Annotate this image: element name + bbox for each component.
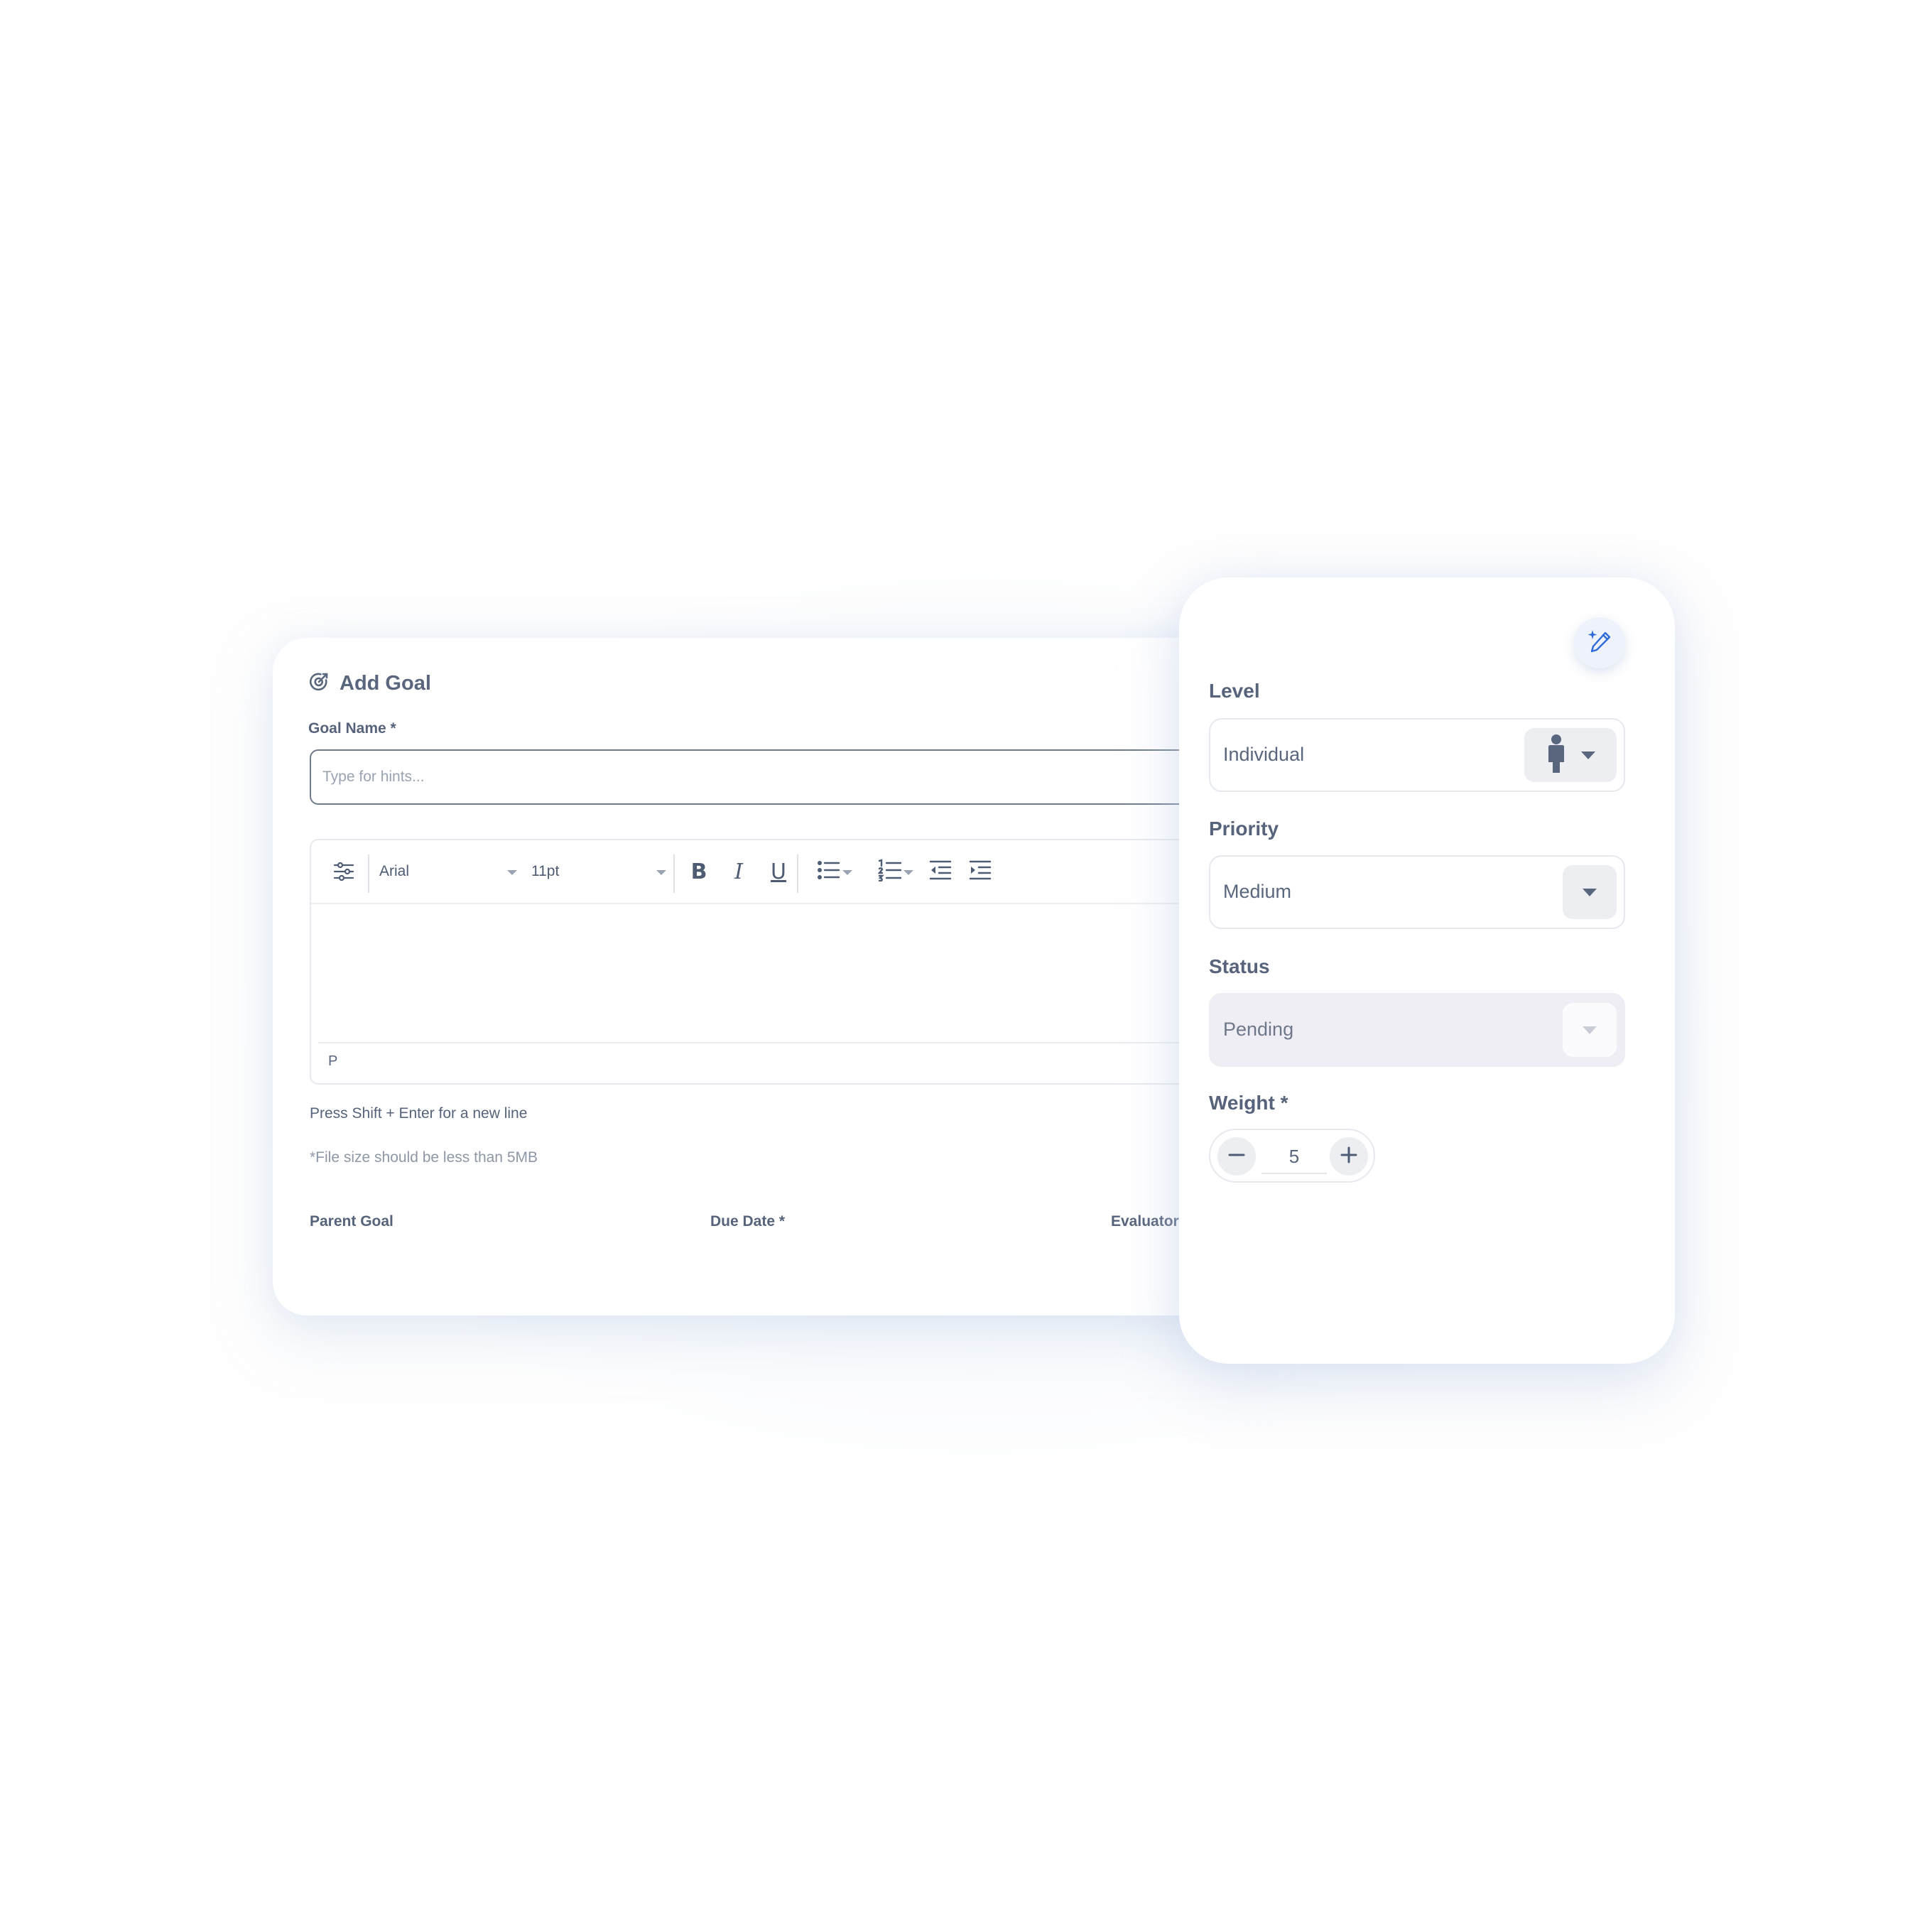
file-size-hint: *File size should be less than 5MB bbox=[310, 1149, 538, 1166]
evaluator-label: Evaluator bbox=[1111, 1213, 1179, 1230]
card-header: Add Goal bbox=[308, 666, 431, 700]
level-dropdown-toggle[interactable] bbox=[1524, 728, 1617, 782]
level-value: Individual bbox=[1223, 744, 1305, 765]
due-date-label: Due Date * bbox=[710, 1213, 786, 1230]
status-value: Pending bbox=[1223, 1019, 1294, 1040]
goal-name-input[interactable] bbox=[310, 749, 1267, 805]
shift-enter-hint: Press Shift + Enter for a new line bbox=[310, 1105, 528, 1122]
toolbar-divider bbox=[797, 854, 798, 893]
bullet-list-button[interactable] bbox=[804, 856, 854, 887]
font-family-value: Arial bbox=[379, 863, 410, 879]
status-label: Status bbox=[1209, 955, 1270, 977]
plus-icon bbox=[1340, 1146, 1358, 1168]
element-path: P bbox=[328, 1053, 338, 1069]
bullet-list-icon bbox=[817, 859, 841, 884]
editor-statusbar: P bbox=[318, 1042, 1267, 1086]
settings-icon[interactable] bbox=[330, 856, 358, 887]
indent-button[interactable] bbox=[966, 856, 994, 887]
add-goal-card: Add Goal Goal Name * Arial 11pt bbox=[273, 638, 1267, 1315]
chevron-down-icon bbox=[903, 870, 913, 875]
toolbar-divider bbox=[673, 854, 675, 893]
italic-button[interactable]: I bbox=[724, 856, 753, 887]
editor-content-area[interactable] bbox=[318, 904, 1267, 1041]
toolbar-divider bbox=[368, 854, 369, 893]
goal-settings-panel: Level Individual Priority Medium Status … bbox=[1179, 577, 1675, 1364]
person-icon bbox=[1546, 734, 1567, 777]
weight-label: Weight * bbox=[1209, 1092, 1288, 1114]
status-select: Pending bbox=[1209, 993, 1625, 1067]
font-size-value: 11pt bbox=[531, 863, 560, 879]
numbered-list-icon bbox=[877, 858, 902, 885]
level-select[interactable]: Individual bbox=[1209, 718, 1625, 792]
magic-pen-icon bbox=[1586, 628, 1613, 658]
numbered-list-button[interactable] bbox=[865, 856, 915, 887]
bold-button[interactable]: B bbox=[685, 856, 713, 887]
priority-label: Priority bbox=[1209, 818, 1279, 840]
priority-value: Medium bbox=[1223, 881, 1292, 902]
rich-text-editor: Arial 11pt B I U P bbox=[310, 839, 1267, 1085]
font-size-select[interactable]: 11pt bbox=[531, 856, 673, 887]
increment-button[interactable] bbox=[1330, 1137, 1368, 1176]
outdent-icon bbox=[929, 859, 952, 884]
chevron-down-icon bbox=[1583, 1026, 1597, 1034]
weight-input[interactable] bbox=[1261, 1140, 1327, 1174]
priority-select[interactable]: Medium bbox=[1209, 855, 1625, 929]
bold-icon: B bbox=[690, 859, 707, 884]
chevron-down-icon bbox=[507, 870, 517, 875]
underline-icon: U bbox=[771, 859, 786, 884]
ai-assist-button[interactable] bbox=[1574, 617, 1625, 668]
chevron-down-icon bbox=[656, 870, 666, 875]
underline-button[interactable]: U bbox=[764, 856, 793, 887]
level-label: Level bbox=[1209, 680, 1260, 702]
decrement-button[interactable] bbox=[1217, 1137, 1256, 1176]
goal-name-label: Goal Name * bbox=[308, 720, 396, 737]
target-icon bbox=[308, 671, 330, 696]
chevron-down-icon bbox=[842, 870, 852, 875]
status-dropdown-toggle bbox=[1563, 1003, 1617, 1057]
chevron-down-icon bbox=[1581, 751, 1595, 759]
priority-dropdown-toggle[interactable] bbox=[1563, 865, 1617, 919]
parent-goal-label: Parent Goal bbox=[310, 1213, 394, 1230]
editor-toolbar: Arial 11pt B I U bbox=[311, 840, 1267, 904]
indent-icon bbox=[969, 859, 992, 884]
outdent-button[interactable] bbox=[926, 856, 955, 887]
weight-stepper bbox=[1209, 1129, 1375, 1183]
page-title: Add Goal bbox=[340, 671, 431, 695]
italic-icon: I bbox=[734, 859, 743, 884]
minus-icon bbox=[1227, 1146, 1246, 1168]
chevron-down-icon bbox=[1583, 888, 1597, 896]
font-family-select[interactable]: Arial bbox=[379, 856, 521, 887]
